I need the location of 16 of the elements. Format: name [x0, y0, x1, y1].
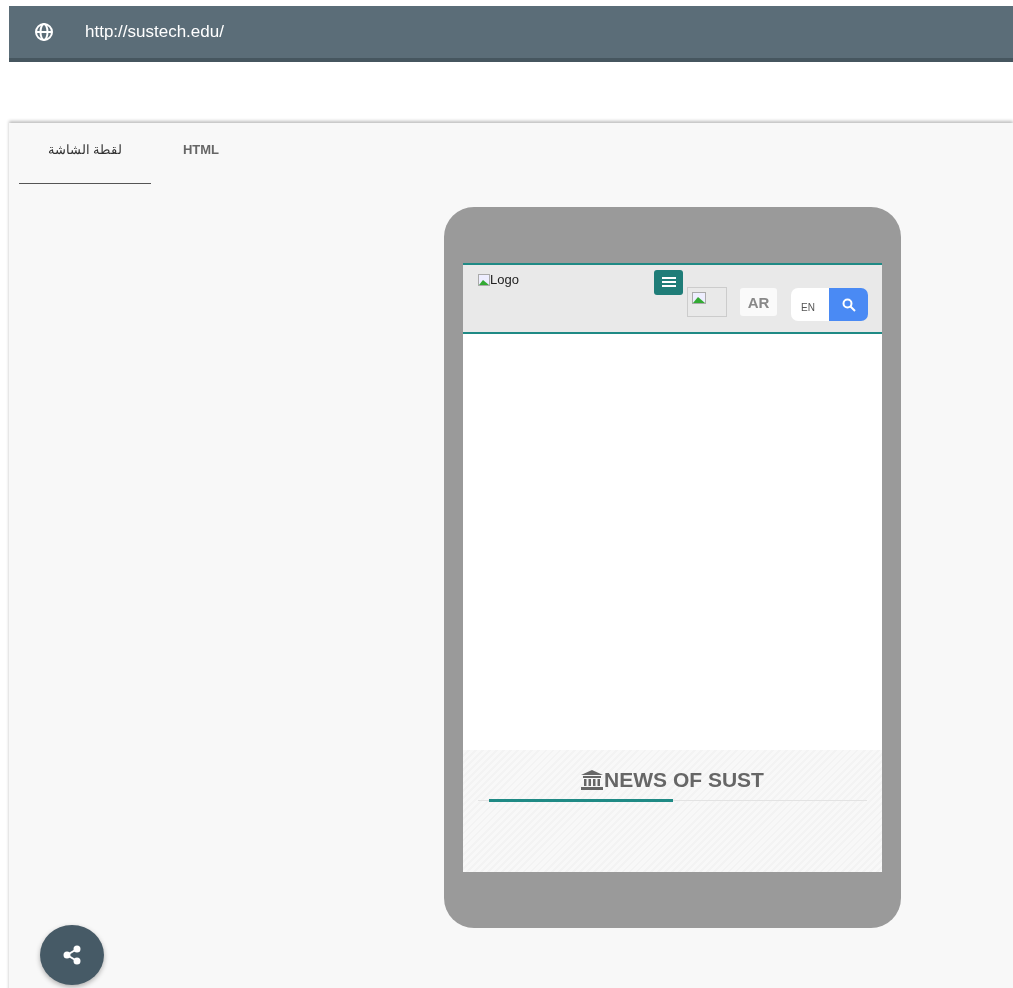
address-bar[interactable]: http://sustech.edu/: [9, 6, 1013, 62]
logo-image: Logo: [478, 272, 519, 287]
share-icon: [62, 945, 82, 965]
section-title: NEWS OF SUST: [604, 768, 764, 792]
globe-icon: [34, 22, 54, 42]
tab[interactable]: لقطة الشاشة: [19, 123, 151, 184]
search-button[interactable]: [829, 288, 868, 321]
language-button[interactable]: AR: [740, 288, 777, 316]
url-text: http://sustech.edu/: [85, 22, 224, 42]
bank-icon: [581, 770, 604, 790]
search-icon: [841, 297, 856, 312]
tab[interactable]: HTML: [151, 123, 251, 184]
menu-icon: [660, 275, 677, 290]
search-field[interactable]: EN: [791, 288, 829, 321]
broken-image: [687, 287, 727, 317]
menu-button[interactable]: [654, 270, 683, 295]
